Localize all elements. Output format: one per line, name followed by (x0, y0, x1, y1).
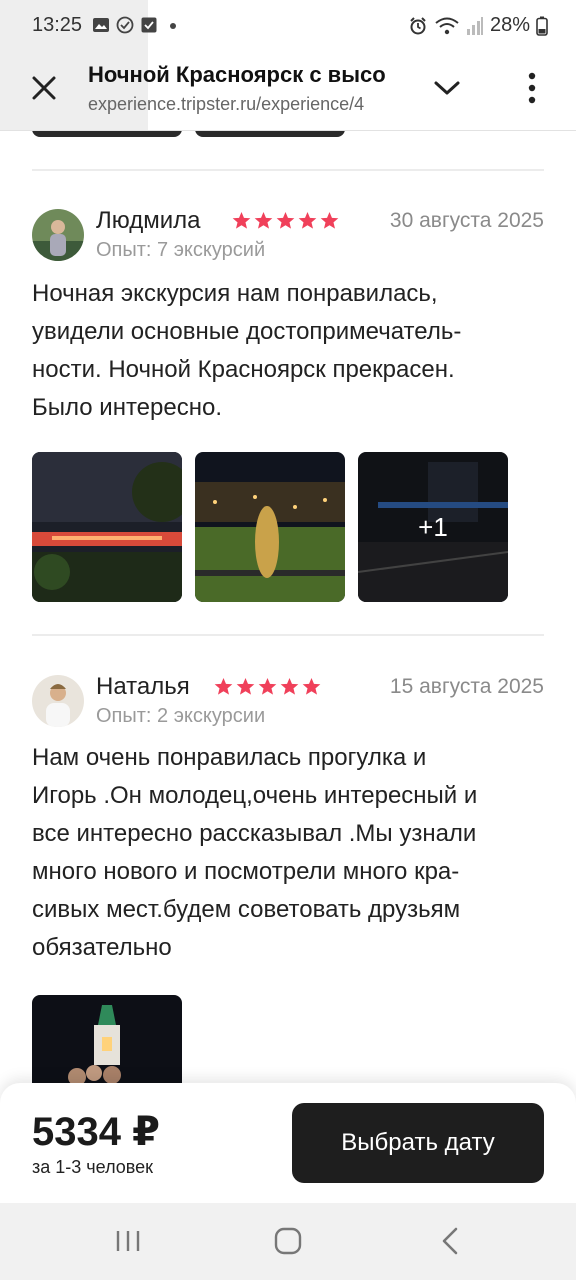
review-divider (32, 169, 544, 171)
review-text-line: увидели основные достопримечатель- (32, 318, 462, 345)
review-experience: Опыт: 7 экскурсий (96, 239, 266, 261)
star-icon (320, 211, 339, 229)
page-title: Ночной Красноярск с высо (88, 62, 386, 87)
review-text-line: Игорь .Он молодец,очень интересный и (32, 782, 478, 809)
recent-apps-icon[interactable] (114, 1229, 142, 1253)
review-text-line: сивых мест.будем советовать друзьям (32, 896, 461, 923)
review-author: Людмила (96, 207, 201, 234)
review-text-line: ности. Ночной Красноярск прекрасен. (32, 356, 455, 383)
review-text-line: Нам очень понравилась прогулка и (32, 744, 427, 771)
system-icons: 28% (408, 14, 548, 37)
review-text-line: Ночная экскурсия нам понравилась, (32, 280, 438, 307)
choose-date-button[interactable]: Выбрать дату (292, 1103, 544, 1183)
close-icon[interactable] (28, 72, 60, 104)
review-text-line: много нового и посмотрели много кра- (32, 858, 460, 885)
avatar[interactable] (32, 675, 84, 727)
more-vertical-icon[interactable] (518, 70, 546, 106)
star-icon (258, 677, 277, 695)
star-icon (232, 211, 251, 229)
review-text-line: все интересно рассказывал .Мы узнали (32, 820, 477, 847)
star-icon (254, 211, 273, 229)
review-photo[interactable] (195, 452, 345, 602)
status-time: 13:25 (32, 14, 83, 36)
avatar[interactable] (32, 209, 84, 261)
star-icon (298, 211, 317, 229)
review-experience: Опыт: 2 экскурсии (96, 705, 266, 727)
previous-review-photo[interactable] (195, 131, 345, 137)
back-icon[interactable] (440, 1227, 460, 1255)
review-text-line: Было интересно. (32, 394, 222, 421)
price: 5334 ₽ (32, 1110, 160, 1154)
alarm-icon (410, 16, 426, 34)
signal-icon (466, 16, 483, 35)
previous-review-photo[interactable] (32, 131, 182, 137)
review-divider (32, 634, 544, 636)
review-author: Наталья (96, 673, 190, 700)
reviews-list[interactable]: Людмила 30 августа 2025 Опыт: 7 экскурси… (0, 131, 576, 1085)
more-photos-count[interactable]: +1 (358, 452, 508, 602)
review-date: 15 августа 2025 (389, 675, 544, 698)
checkbox-icon (141, 17, 157, 33)
star-icon (214, 677, 233, 695)
browser-toolbar: Ночной Красноярск с высо experience.trip… (0, 52, 576, 132)
page-url: experience.tripster.ru/experience/4 (88, 94, 365, 114)
review-date: 30 августа 2025 (389, 209, 544, 232)
review-photo[interactable] (32, 995, 182, 1085)
star-icon (302, 677, 321, 695)
rating-stars (232, 211, 339, 230)
review-text: Ночная экскурсия нам понравилась, увидел… (32, 275, 544, 427)
dot-icon (170, 23, 176, 29)
star-icon (280, 677, 299, 695)
review-photo[interactable]: +1 (358, 452, 508, 602)
notification-icons (92, 16, 182, 34)
check-circle-icon (116, 16, 134, 34)
rating-stars (214, 677, 321, 696)
star-icon (236, 677, 255, 695)
booking-bar: 5334 ₽ за 1-3 человек Выбрать дату (0, 1083, 576, 1203)
price-note: за 1-3 человек (32, 1157, 154, 1177)
home-icon[interactable] (274, 1227, 302, 1255)
status-bar: 13:25 28% (0, 0, 576, 130)
chevron-down-icon[interactable] (430, 74, 464, 102)
battery-icon (536, 16, 548, 36)
review-photo[interactable] (32, 452, 182, 602)
system-nav-bar (0, 1203, 576, 1280)
gallery-icon (93, 18, 109, 32)
review-text-line: обязательно (32, 934, 172, 961)
review-card: Людмила 30 августа 2025 Опыт: 7 экскурси… (32, 207, 544, 609)
battery-percent: 28% (489, 14, 530, 36)
wifi-icon (435, 17, 459, 34)
review-text: Нам очень понравилась прогулка и Игорь .… (32, 739, 544, 967)
review-card: Наталья 15 августа 2025 Опыт: 2 экскурси… (32, 673, 544, 1085)
star-icon (276, 211, 295, 229)
